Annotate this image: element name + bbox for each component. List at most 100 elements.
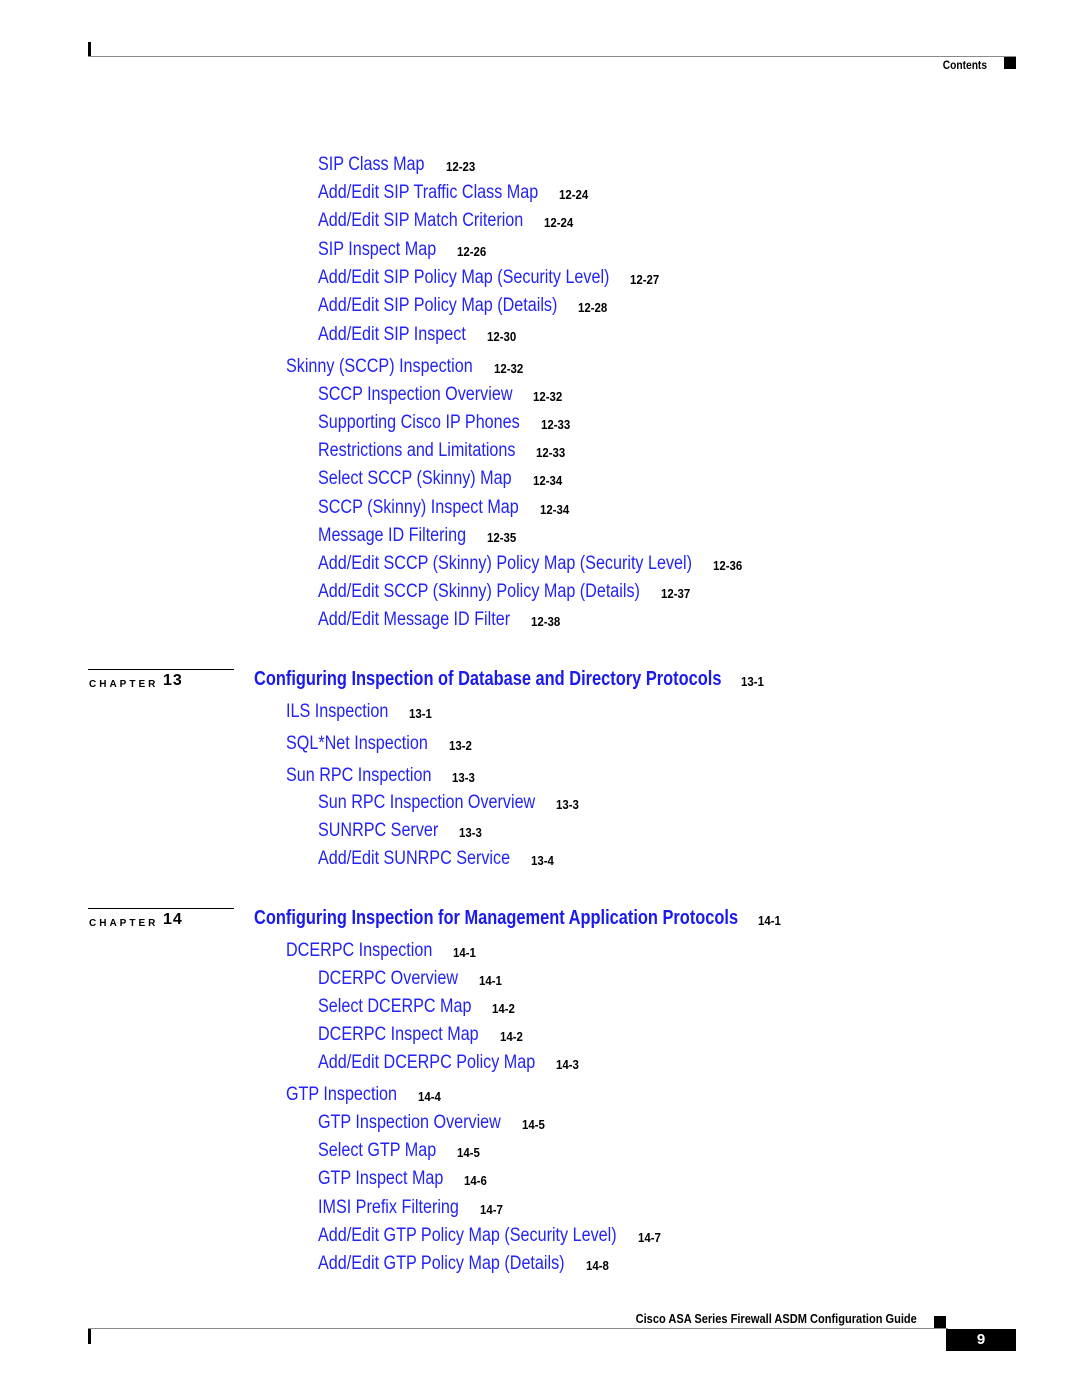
toc-entry-title[interactable]: SUNRPC Server (318, 820, 438, 842)
toc-entry[interactable]: Skinny (SCCP) Inspection 12-32 (286, 356, 523, 378)
toc-entry-title[interactable]: Select DCERPC Map (318, 996, 471, 1018)
toc-entry-title[interactable]: DCERPC Overview (318, 968, 458, 990)
toc-entry-title[interactable]: GTP Inspection (286, 1084, 397, 1106)
toc-entry[interactable]: SQL*Net Inspection 13-2 (286, 733, 472, 755)
toc-entry[interactable]: Add/Edit SCCP (Skinny) Policy Map (Detai… (318, 581, 697, 603)
toc-entry[interactable]: GTP Inspection 14-4 (286, 1084, 441, 1106)
toc-entry-title[interactable]: Add/Edit SIP Match Criterion (318, 210, 523, 232)
toc-entry[interactable]: SIP Class Map 12-23 (318, 154, 475, 176)
toc-entry-title[interactable]: Supporting Cisco IP Phones (318, 412, 520, 434)
chapter-title[interactable]: Configuring Inspection of Database and D… (254, 668, 721, 691)
toc-entry-page: 14-4 (418, 1089, 441, 1104)
toc-entry[interactable]: Supporting Cisco IP Phones 12-33 (318, 412, 570, 434)
toc-entry[interactable]: SUNRPC Server 13-3 (318, 820, 482, 842)
toc-entry[interactable]: Add/Edit GTP Policy Map (Security Level)… (318, 1225, 669, 1247)
toc-entry[interactable]: DCERPC Inspect Map 14-2 (318, 1024, 523, 1046)
toc-entry-page: 12-23 (446, 159, 476, 174)
toc-entry[interactable]: GTP Inspection Overview 14-5 (318, 1112, 545, 1134)
toc-entry[interactable]: Message ID Filtering 12-35 (318, 525, 516, 547)
toc-entry-title[interactable]: Add/Edit Message ID Filter (318, 609, 510, 631)
toc-entry[interactable]: Add/Edit SIP Policy Map (Details) 12-28 (318, 295, 607, 317)
toc-entry-title[interactable]: SCCP (Skinny) Inspect Map (318, 497, 519, 519)
toc-entry[interactable]: GTP Inspect Map 14-6 (318, 1168, 487, 1190)
toc-entry-title[interactable]: Sun RPC Inspection Overview (318, 792, 535, 814)
toc-entry-title[interactable]: DCERPC Inspection (286, 940, 432, 962)
toc-entry-page: 12-33 (536, 445, 566, 460)
toc-entry[interactable]: Restrictions and Limitations 12-33 (318, 440, 565, 462)
toc-entry-title[interactable]: Add/Edit SUNRPC Service (318, 848, 510, 870)
toc-entry-title[interactable]: SIP Inspect Map (318, 239, 436, 261)
toc-entry-page: 12-24 (544, 215, 574, 230)
toc-entry-page: 12-38 (531, 614, 561, 629)
toc-entry-title[interactable]: Add/Edit SIP Policy Map (Security Level) (318, 267, 609, 289)
toc-entry-title[interactable]: Add/Edit DCERPC Policy Map (318, 1052, 535, 1074)
toc-entry-page: 12-28 (578, 300, 608, 315)
toc-entry-title[interactable]: Add/Edit SIP Traffic Class Map (318, 182, 538, 204)
toc-entry[interactable]: Select SCCP (Skinny) Map 12-34 (318, 468, 562, 490)
section-label: Contents (942, 58, 987, 72)
toc-entry-title[interactable]: GTP Inspect Map (318, 1168, 443, 1190)
chapter-label: CHAPTER (89, 918, 159, 929)
toc-entry-title[interactable]: Message ID Filtering (318, 525, 466, 547)
toc-entry[interactable]: DCERPC Overview 14-1 (318, 968, 502, 990)
toc-entry[interactable]: Add/Edit SIP Policy Map (Security Level)… (318, 267, 661, 289)
toc-entry-page: 13-1 (409, 706, 432, 721)
toc-entry-title[interactable]: Add/Edit GTP Policy Map (Security Level) (318, 1225, 617, 1247)
toc-entry[interactable]: SIP Inspect Map 12-26 (318, 239, 486, 261)
toc-entry[interactable]: Sun RPC Inspection Overview 13-3 (318, 792, 579, 814)
toc-entry-title[interactable]: SCCP Inspection Overview (318, 384, 512, 406)
chapter-number: 13 (163, 672, 183, 689)
toc-entry[interactable]: SCCP (Skinny) Inspect Map 12-34 (318, 497, 569, 519)
toc-entry[interactable]: Add/Edit DCERPC Policy Map 14-3 (318, 1052, 579, 1074)
toc-entry[interactable]: Select DCERPC Map 14-2 (318, 996, 515, 1018)
toc-entry-title[interactable]: Restrictions and Limitations (318, 440, 515, 462)
toc-entry-title[interactable]: Add/Edit SIP Inspect (318, 324, 466, 346)
toc-entry-title[interactable]: IMSI Prefix Filtering (318, 1197, 459, 1219)
toc-entry-title[interactable]: Add/Edit SCCP (Skinny) Policy Map (Secur… (318, 553, 692, 575)
toc-entry-page: 13-4 (531, 853, 554, 868)
chapter-number: 14 (163, 911, 183, 928)
toc-entry-page: 12-27 (630, 272, 660, 287)
toc-entry-title[interactable]: SIP Class Map (318, 154, 425, 176)
toc-entry-title[interactable]: Add/Edit GTP Policy Map (Details) (318, 1253, 565, 1275)
toc-entry-title[interactable]: Skinny (SCCP) Inspection (286, 356, 473, 378)
toc-entry-page: 14-2 (500, 1029, 523, 1044)
toc-entry[interactable]: ILS Inspection 13-1 (286, 701, 432, 723)
header-block-marker (1004, 57, 1016, 69)
toc-entry-title[interactable]: Add/Edit SCCP (Skinny) Policy Map (Detai… (318, 581, 640, 603)
toc-entry-page: 14-5 (457, 1145, 480, 1160)
toc-entry-page: 12-34 (540, 502, 570, 517)
book-title: Cisco ASA Series Firewall ASDM Configura… (635, 1311, 917, 1326)
toc-entry-page: 13-3 (459, 825, 482, 840)
toc-entry[interactable]: Add/Edit SIP Inspect 12-30 (318, 324, 516, 346)
toc-entry[interactable]: Add/Edit SCCP (Skinny) Policy Map (Secur… (318, 553, 758, 575)
toc-entry-page: 12-33 (541, 417, 571, 432)
toc-entry-title[interactable]: GTP Inspection Overview (318, 1112, 501, 1134)
toc-entry[interactable]: Add/Edit SUNRPC Service 13-4 (318, 848, 554, 870)
toc-entry[interactable]: Add/Edit GTP Policy Map (Details) 14-8 (318, 1253, 609, 1275)
toc-entry-title[interactable]: Sun RPC Inspection (286, 765, 431, 787)
toc-entry[interactable]: DCERPC Inspection 14-1 (286, 940, 476, 962)
toc-entry-title[interactable]: ILS Inspection (286, 701, 388, 723)
toc-entry-page: 14-1 (479, 973, 502, 988)
chapter-title[interactable]: Configuring Inspection for Management Ap… (254, 907, 738, 930)
toc-entry[interactable]: SCCP Inspection Overview 12-32 (318, 384, 562, 406)
toc-entry[interactable]: Select GTP Map 14-5 (318, 1140, 480, 1162)
toc-entry[interactable]: Add/Edit SIP Traffic Class Map 12-24 (318, 182, 588, 204)
toc-entry-title[interactable]: Select SCCP (Skinny) Map (318, 468, 512, 490)
toc-entry[interactable]: Add/Edit SIP Match Criterion 12-24 (318, 210, 573, 232)
header-tick (88, 42, 91, 57)
toc-entry[interactable]: Sun RPC Inspection 13-3 (286, 765, 475, 787)
footer-block-marker (934, 1316, 946, 1328)
toc-entry[interactable]: Add/Edit Message ID Filter 12-38 (318, 609, 560, 631)
toc-entry-title[interactable]: Add/Edit SIP Policy Map (Details) (318, 295, 557, 317)
toc-entry-page: 13-3 (452, 770, 475, 785)
chapter-rule (88, 669, 234, 670)
toc-entry[interactable]: IMSI Prefix Filtering 14-7 (318, 1197, 503, 1219)
toc-entry-title[interactable]: DCERPC Inspect Map (318, 1024, 479, 1046)
toc-entry-page: 12-34 (533, 473, 563, 488)
toc-entry-title[interactable]: SQL*Net Inspection (286, 733, 428, 755)
toc-entry-page: 14-3 (556, 1057, 579, 1072)
toc-entry-title[interactable]: Select GTP Map (318, 1140, 436, 1162)
toc-entry-page: 13-3 (556, 797, 579, 812)
